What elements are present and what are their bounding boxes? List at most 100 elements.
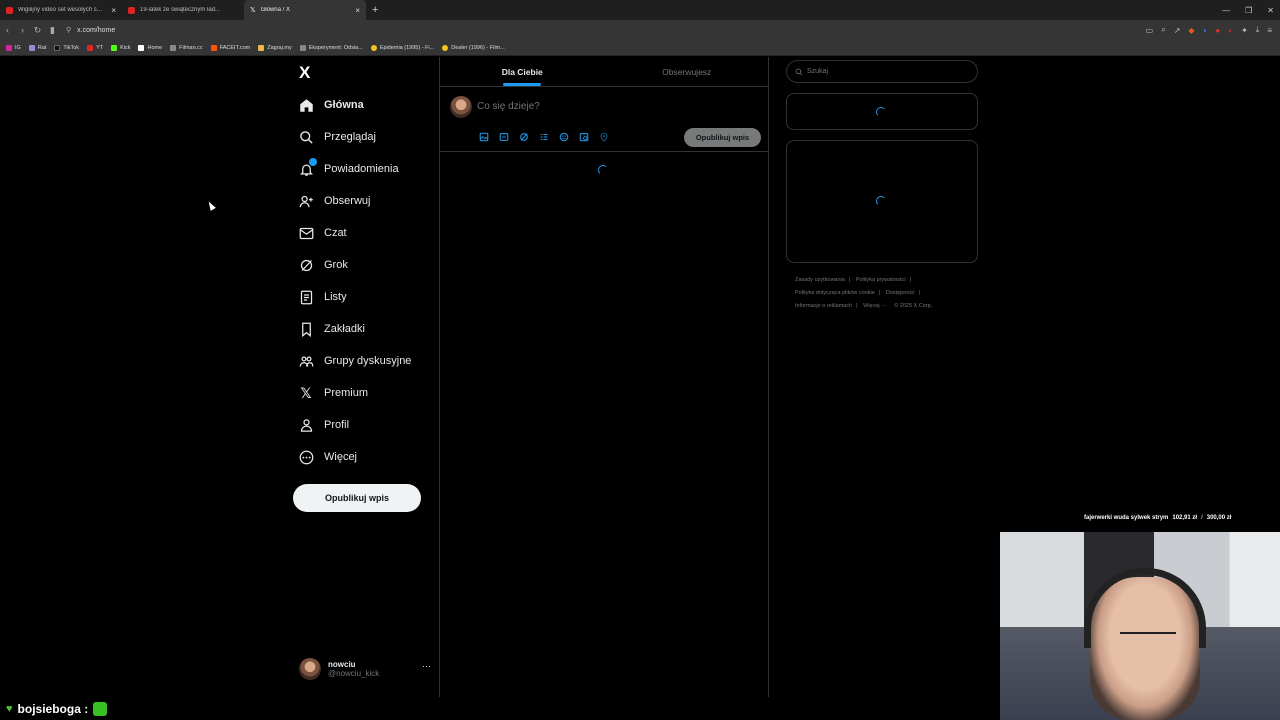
close-icon[interactable]: ×: [111, 6, 116, 15]
puzzle-icon[interactable]: ✦: [1241, 26, 1248, 35]
footer-link[interactable]: Polityka dotycząca plików cookie: [795, 290, 875, 296]
bookmark-item[interactable]: Epidemia (1995) - Fi...: [370, 44, 434, 51]
sidebar-item-communities[interactable]: Grupy dyskusyjne: [298, 350, 411, 372]
brave-shield-icon[interactable]: ◆: [1188, 26, 1194, 35]
zoom-icon[interactable]: ⌕: [1161, 25, 1165, 35]
grok-icon[interactable]: [518, 131, 530, 143]
sidebar-item-bookmarks[interactable]: Zakładki: [298, 318, 365, 340]
sidebar-item-home[interactable]: Główna: [298, 94, 364, 116]
close-icon[interactable]: ×: [355, 6, 360, 15]
browser-tab[interactable]: Wigilijny video set wesołych świąt ka ×: [0, 0, 122, 20]
reader-icon[interactable]: ▭: [1146, 26, 1154, 35]
trends-widget: [786, 140, 978, 263]
bookmark-item[interactable]: Dealer (1996) - Film...: [442, 44, 505, 51]
copyright: © 2025 X Corp.: [894, 303, 933, 309]
sidebar-item-label: Grok: [324, 259, 348, 271]
bookmark-item[interactable]: IG: [6, 44, 21, 51]
close-window-icon[interactable]: ✕: [1267, 6, 1274, 15]
loading-spinner: [598, 165, 608, 175]
timeline-column: Dla Ciebie Obserwujesz Co się dzieje? Op…: [439, 57, 769, 697]
bookmark-item[interactable]: Filman.cc: [170, 44, 203, 51]
tab-following[interactable]: Obserwujesz: [605, 57, 770, 86]
donation-goal-overlay: fajerwerki wuda sylwek strym 102,91 zł /…: [1080, 512, 1236, 524]
sidebar-item-label: Zakładki: [324, 323, 365, 335]
sidebar-item-grok[interactable]: Grok: [298, 254, 348, 276]
search-input[interactable]: Szukaj: [786, 60, 978, 83]
browser-tab[interactable]: 19-latek ze świątecznym ład...: [122, 0, 244, 20]
webcam-overlay: [1000, 532, 1280, 720]
feed-tabs: Dla Ciebie Obserwujesz: [440, 57, 769, 87]
avatar: [299, 658, 321, 680]
sidebar-item-notifications[interactable]: Powiadomienia: [298, 158, 399, 180]
notification-badge: [309, 158, 317, 166]
sidebar-item-explore[interactable]: Przeglądaj: [298, 126, 376, 148]
browser-tab-active[interactable]: 𝕏 Główna / X ×: [244, 0, 366, 20]
share-icon[interactable]: ↗: [1174, 26, 1181, 35]
search-placeholder: Szukaj: [807, 68, 829, 75]
sidebar-item-label: Więcej: [324, 451, 358, 463]
donation-current: 102,91 zł: [1172, 515, 1198, 521]
sidebar-item-follow[interactable]: Obserwuj: [298, 190, 370, 212]
bookmark-item[interactable]: Zagraj.my: [258, 44, 292, 51]
loading-spinner: [876, 196, 886, 206]
url-field[interactable]: ⚲ x.com/home: [66, 26, 115, 35]
chat-overlay: ♥ bojsieboga :: [0, 697, 1000, 720]
location-icon[interactable]: [598, 131, 610, 143]
sidebar-item-label: Główna: [324, 99, 364, 111]
extension-icon[interactable]: ◐: [1228, 26, 1233, 35]
mail-icon: [298, 225, 314, 241]
bookmark-item[interactable]: FACEIT.com: [210, 44, 250, 51]
back-icon[interactable]: ‹: [0, 25, 15, 35]
browser-tab-bar: Wigilijny video set wesołych świąt ka × …: [0, 0, 1280, 20]
avatar: [450, 96, 472, 118]
emoji-icon[interactable]: [558, 131, 570, 143]
sidebar-item-label: Grupy dyskusyjne: [324, 355, 412, 367]
bookmark-item[interactable]: Rat: [28, 44, 46, 51]
sidebar-item-label: Profil: [324, 419, 350, 431]
extension-icon[interactable]: ◗: [1203, 26, 1208, 35]
sidebar-item-label: Powiadomienia: [324, 163, 399, 175]
home-icon: [298, 97, 314, 113]
footer-link[interactable]: Zasady użytkowania: [795, 277, 845, 283]
sidebar-item-lists[interactable]: Listy: [298, 286, 347, 308]
compose-input[interactable]: Co się dzieje?: [477, 101, 540, 112]
bookmark-item[interactable]: TikTok: [54, 44, 79, 51]
tab-for-you[interactable]: Dla Ciebie: [440, 57, 605, 86]
sidebar-item-more[interactable]: Więcej: [298, 446, 357, 468]
menu-icon[interactable]: ≡: [1267, 26, 1272, 35]
address-bar: ‹ › ↻ ▮ ⚲ x.com/home ▭ ⌕ ↗ ◆ ◗ ● ◐ ✦ ⤓ ≡: [0, 20, 1280, 40]
bookmark-item[interactable]: YT: [87, 44, 103, 51]
bookmark-item[interactable]: Eksperyment: Odsia...: [299, 44, 363, 51]
sidebar-item-label: Przeglądaj: [324, 131, 376, 143]
footer-link[interactable]: Polityka prywatności: [856, 277, 906, 283]
post-button[interactable]: Opublikuj wpis: [293, 484, 421, 512]
x-logo-icon[interactable]: X: [299, 63, 310, 83]
footer-link[interactable]: Informacje o reklamach: [795, 303, 852, 309]
download-icon[interactable]: ⤓: [1256, 25, 1260, 35]
bookmark-item[interactable]: Home: [138, 44, 162, 51]
sidebar-item-profile[interactable]: Profil: [298, 414, 349, 436]
x-logo-icon: 𝕏: [250, 6, 256, 14]
maximize-icon[interactable]: ❐: [1245, 6, 1252, 15]
minimize-icon[interactable]: —: [1222, 6, 1230, 15]
site-info-icon[interactable]: ⚲: [66, 26, 71, 34]
x-sidebar: X Główna Przeglądaj Powiadomienia Obserw…: [290, 57, 438, 697]
extension-icon[interactable]: ●: [1215, 26, 1220, 35]
footer-link[interactable]: Więcej ···: [863, 303, 887, 309]
forward-icon[interactable]: ›: [15, 25, 30, 35]
more-options-icon[interactable]: ···: [422, 661, 431, 671]
gif-icon[interactable]: [498, 131, 510, 143]
new-tab-icon[interactable]: +: [366, 4, 384, 16]
account-switcher[interactable]: nowciu @nowciu_kick ···: [299, 657, 431, 681]
sidebar-item-premium[interactable]: 𝕏 Premium: [298, 382, 368, 404]
profile-icon: [298, 417, 314, 433]
poll-icon[interactable]: [538, 131, 550, 143]
reload-icon[interactable]: ↻: [30, 25, 45, 36]
bookmark-item[interactable]: Kick: [111, 44, 130, 51]
image-icon[interactable]: [478, 131, 490, 143]
compose-post-button[interactable]: Opublikuj wpis: [684, 128, 761, 147]
bookmark-page-icon[interactable]: ▮: [45, 25, 60, 36]
sidebar-item-chat[interactable]: Czat: [298, 222, 347, 244]
schedule-icon[interactable]: [578, 131, 590, 143]
footer-link[interactable]: Dostępność: [886, 290, 915, 296]
